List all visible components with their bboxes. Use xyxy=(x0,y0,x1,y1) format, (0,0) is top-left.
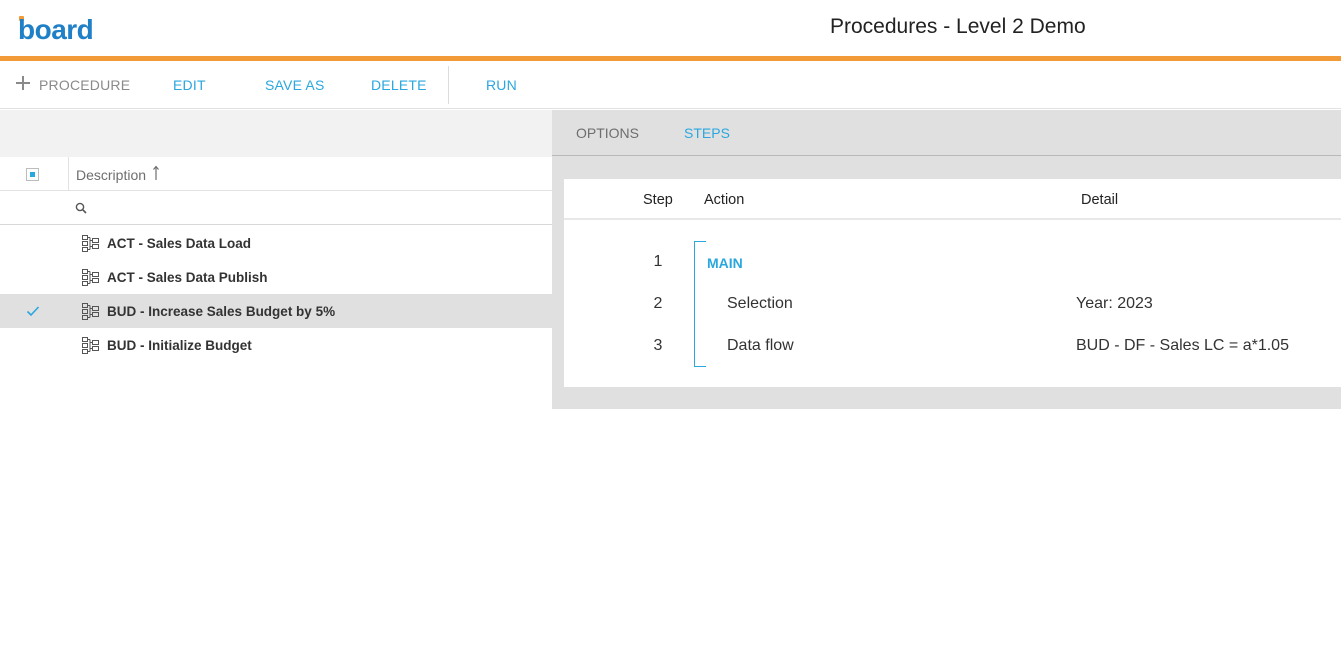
plus-icon[interactable] xyxy=(16,76,30,90)
step-action[interactable]: Data flow xyxy=(727,336,794,356)
step-detail: BUD - DF - Sales LC = a*1.05 xyxy=(1076,337,1289,354)
partial-check-indicator xyxy=(30,172,35,177)
steps-table: Step Action Detail 1 MAIN 2 Selection Year: … xyxy=(564,179,1341,387)
procedure-list-item-label: BUD - Initialize Budget xyxy=(107,338,252,353)
search-icon xyxy=(75,202,87,214)
procedure-list-item-label: BUD - Increase Sales Budget by 5% xyxy=(107,304,336,319)
list-column-header: Description xyxy=(0,157,552,191)
procedure-list-item[interactable]: ACT - Sales Data Load xyxy=(0,226,552,260)
procedure-list-panel: Description ACT - Sales Data Load ACT - S… xyxy=(0,110,552,409)
main-group-bracket xyxy=(694,241,706,367)
save-as-button[interactable]: SAVE AS xyxy=(265,77,325,93)
main-group-label[interactable]: MAIN xyxy=(707,253,743,273)
delete-button[interactable]: DELETE xyxy=(371,77,427,93)
toolbar: PROCEDURE EDIT SAVE AS DELETE RUN xyxy=(0,61,1341,109)
procedure-list-item[interactable]: ACT - Sales Data Publish xyxy=(0,260,552,294)
procedure-search-input[interactable] xyxy=(92,197,542,219)
sort-ascending-icon[interactable] xyxy=(152,165,160,181)
steps-table-header: Step Action Detail xyxy=(564,179,1341,220)
step-action[interactable]: Selection xyxy=(727,294,793,314)
new-procedure-button[interactable]: PROCEDURE xyxy=(39,77,130,93)
step-detail: Year: 2023 xyxy=(1076,295,1153,312)
action-column-header: Action xyxy=(704,192,745,208)
procedure-detail-panel: OPTIONS STEPS Step Action Detail 1 MAIN 2 S… xyxy=(552,110,1341,409)
procedure-flow-icon xyxy=(82,303,99,320)
column-divider xyxy=(68,157,69,191)
detail-column-header: Detail xyxy=(1081,192,1119,208)
tab-steps[interactable]: STEPS xyxy=(684,125,730,141)
tab-options[interactable]: OPTIONS xyxy=(576,125,639,141)
list-search-row xyxy=(0,191,552,225)
procedure-flow-icon xyxy=(82,235,99,252)
board-logo: board xyxy=(18,14,108,46)
edit-button[interactable]: EDIT xyxy=(173,77,206,93)
checkmark-icon[interactable] xyxy=(26,305,40,317)
run-button[interactable]: RUN xyxy=(486,77,517,93)
description-column-header[interactable]: Description xyxy=(76,167,146,183)
toolbar-divider xyxy=(448,66,449,104)
step-column-header: Step xyxy=(643,192,673,208)
page-title: Procedures - Level 2 Demo xyxy=(830,15,1086,38)
select-all-checkbox[interactable] xyxy=(26,168,39,181)
procedure-flow-icon xyxy=(82,269,99,286)
procedure-flow-icon xyxy=(82,337,99,354)
procedure-list-item[interactable]: BUD - Initialize Budget xyxy=(0,328,552,362)
logo-text: board xyxy=(18,14,94,45)
procedure-list-item[interactable]: BUD - Increase Sales Budget by 5% xyxy=(0,294,552,328)
procedure-list-item-label: ACT - Sales Data Load xyxy=(107,236,252,251)
step-number: 3 xyxy=(653,337,663,354)
procedure-list-item-label: ACT - Sales Data Publish xyxy=(107,270,268,285)
step-number: 2 xyxy=(653,295,663,312)
step-number: 1 xyxy=(653,253,663,270)
app-header: board Procedures - Level 2 Demo xyxy=(0,0,1341,56)
list-top-band xyxy=(0,110,552,157)
detail-tabs: OPTIONS STEPS xyxy=(552,110,1341,156)
